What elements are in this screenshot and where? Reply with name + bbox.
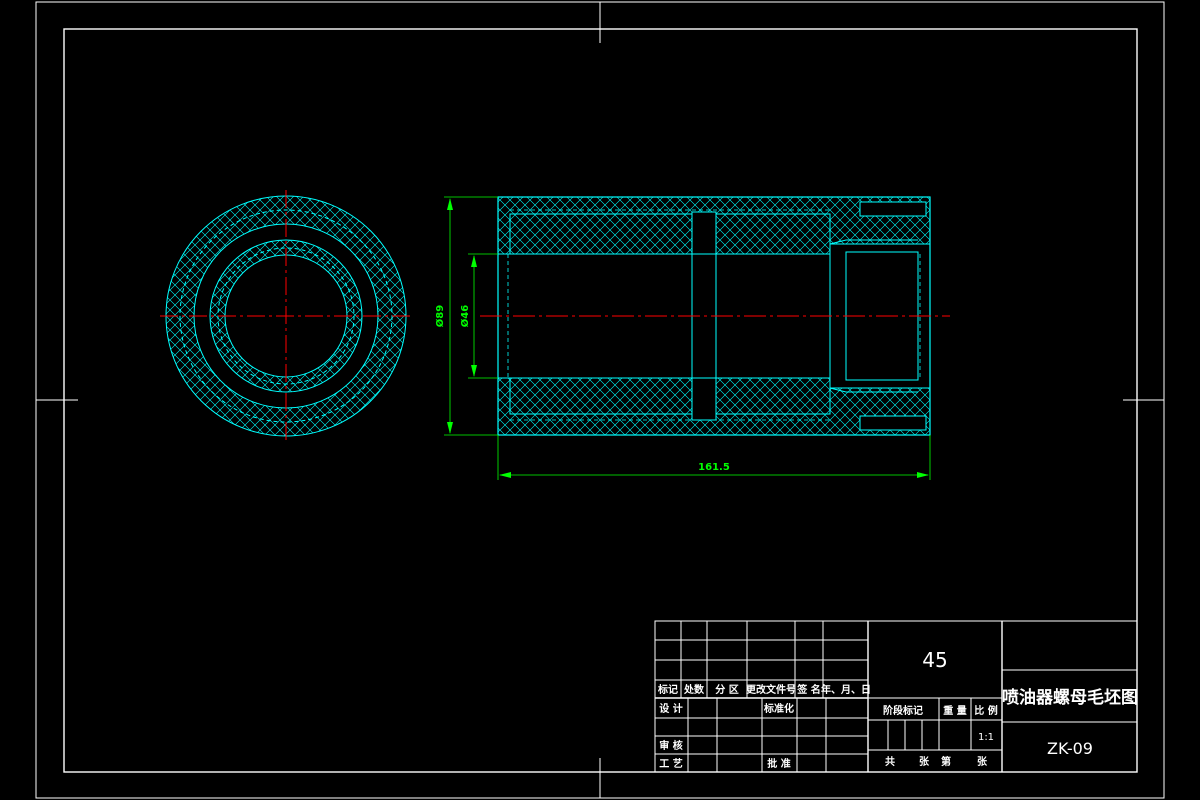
drawing-code: ZK-09	[1047, 739, 1093, 758]
section-view	[480, 196, 950, 436]
header-mark: 标记	[657, 683, 678, 696]
header-sign: 签 名	[796, 683, 820, 696]
scale-label: 比 例	[974, 704, 997, 717]
stage-mark-label: 阶段标记	[883, 704, 923, 717]
footer-number: 第	[941, 755, 951, 768]
footer-sheets2: 张	[977, 755, 988, 768]
drawing-canvas: Ø89 Ø46 161.5 标记 处数 分 区 更改文件号 签 名 年、月、日 …	[35, 1, 1165, 799]
header-docno: 更改文件号	[746, 683, 796, 696]
length-label: 161.5	[698, 462, 730, 473]
header-date: 年、月、日	[821, 683, 871, 696]
outer-diameter-label: Ø89	[434, 305, 446, 327]
end-view	[160, 190, 412, 442]
header-zone: 分 区	[715, 683, 738, 696]
title-block-text: 标记 处数 分 区 更改文件号 签 名 年、月、日 设 计 标准化 审 核 工 …	[657, 648, 1138, 770]
scale-value: 1:1	[978, 732, 994, 743]
role-review: 审 核	[659, 739, 682, 752]
groove-upper	[691, 211, 717, 255]
footer-sheets1: 张	[919, 755, 930, 768]
inner-diameter-label: Ø46	[459, 305, 471, 327]
role-approve: 批 准	[767, 757, 790, 770]
footer-total: 共	[885, 755, 895, 768]
material-value: 45	[922, 648, 947, 672]
drawing-title: 喷油器螺母毛坯图	[1002, 687, 1138, 708]
role-design: 设 计	[659, 702, 682, 715]
role-standardize: 标准化	[763, 702, 794, 715]
weight-label: 重 量	[943, 704, 966, 717]
groove-lower	[691, 377, 717, 421]
header-count: 处数	[683, 683, 705, 696]
role-process: 工 艺	[659, 757, 682, 770]
